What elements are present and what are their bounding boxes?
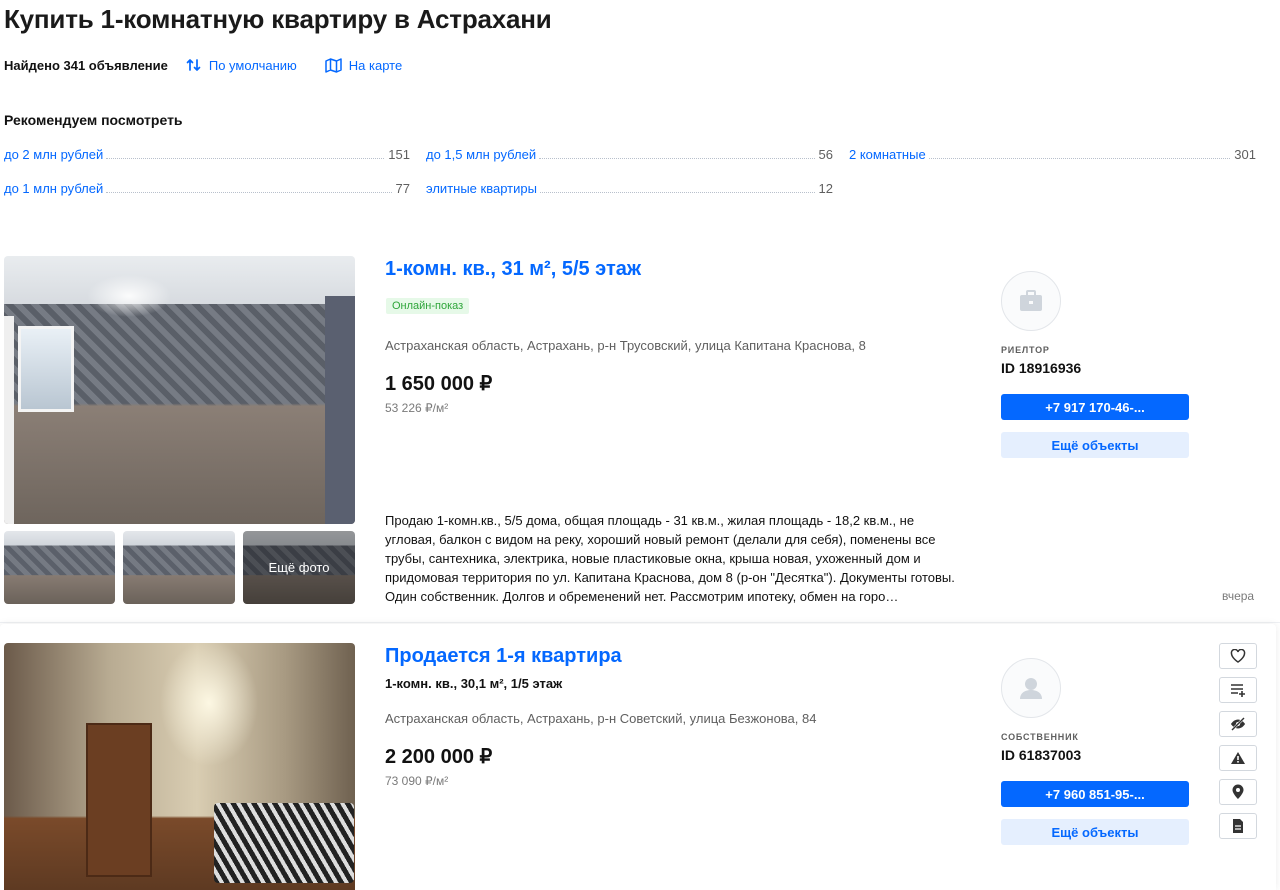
favorite-button[interactable]	[1219, 643, 1257, 669]
briefcase-icon	[1020, 290, 1042, 311]
recommend-link-label: до 1 млн рублей	[4, 181, 104, 196]
photo-detail	[4, 316, 14, 524]
user-icon	[1020, 678, 1042, 699]
location-pin-icon	[1232, 784, 1244, 799]
recommend-link-count: 12	[818, 181, 833, 196]
agent-role: РИЕЛТОР	[1001, 345, 1050, 355]
listing-subtitle: 1-комн. кв., 30,1 м², 1/5 этаж	[385, 676, 563, 691]
dotted-leader	[106, 192, 392, 193]
sort-button[interactable]: По умолчанию	[186, 57, 297, 73]
photo-detail	[18, 326, 74, 412]
photo-detail	[325, 296, 355, 524]
compare-icon	[1231, 684, 1245, 697]
dotted-leader	[539, 192, 815, 193]
map-button[interactable]: На карте	[325, 58, 402, 73]
listing-title[interactable]: Продается 1-я квартира	[385, 645, 622, 668]
more-photos-button[interactable]: Ещё фото	[243, 531, 355, 604]
page-title: Купить 1-комнатную квартиру в Астрахани	[4, 4, 552, 34]
recommend-link[interactable]: до 1 млн рублей 77	[4, 180, 410, 196]
photo-detail	[86, 723, 152, 877]
more-photos-label: Ещё фото	[268, 560, 330, 575]
dotted-leader	[539, 158, 815, 159]
photo-detail	[214, 803, 354, 883]
agent-id: ID 18916936	[1001, 360, 1082, 376]
listing-address[interactable]: Астраханская область, Астрахань, р-н Тру…	[385, 338, 866, 353]
recommend-link[interactable]: до 1,5 млн рублей 56	[426, 146, 833, 162]
listing-address[interactable]: Астраханская область, Астрахань, р-н Сов…	[385, 711, 816, 726]
heart-icon	[1230, 649, 1246, 663]
agent-avatar[interactable]	[1001, 271, 1061, 331]
report-button[interactable]	[1219, 745, 1257, 771]
owner-role: СОБСТВЕННИК	[1001, 732, 1079, 742]
document-icon	[1233, 819, 1243, 833]
more-objects-button[interactable]: Ещё объекты	[1001, 819, 1189, 845]
recommend-link-count: 151	[388, 147, 410, 162]
results-count: Найдено 341 объявление	[4, 57, 168, 73]
dotted-leader	[928, 158, 1231, 159]
recommend-link-label: до 2 млн рублей	[4, 147, 104, 162]
hide-button[interactable]	[1219, 711, 1257, 737]
recommend-link-label: элитные квартиры	[426, 181, 537, 196]
sort-icon	[186, 59, 201, 71]
more-objects-button[interactable]: Ещё объекты	[1001, 432, 1189, 458]
recommend-link-count: 77	[395, 181, 410, 196]
recommend-link-count: 301	[1234, 147, 1256, 162]
recommend-link[interactable]: до 2 млн рублей 151	[4, 146, 410, 162]
show-phone-button[interactable]: +7 917 170-46-...	[1001, 394, 1189, 420]
recommend-link[interactable]: 2 комнатные 301	[849, 146, 1256, 162]
warning-icon	[1231, 752, 1245, 764]
results-toolbar: Найдено 341 объявление По умолчанию На к…	[4, 56, 402, 74]
listing-thumbnail[interactable]	[123, 531, 235, 604]
sort-label: По умолчанию	[208, 57, 297, 73]
listing-main-photo[interactable]	[4, 643, 355, 890]
recommend-link[interactable]: элитные квартиры 12	[426, 180, 833, 196]
eye-off-icon	[1231, 717, 1245, 731]
price-per-m2: 73 090 ₽/м²	[385, 774, 449, 788]
listing-date: вчера	[1222, 589, 1255, 603]
document-button[interactable]	[1219, 813, 1257, 839]
owner-id: ID 61837003	[1001, 747, 1082, 763]
recommend-link-label: 2 комнатные	[849, 147, 926, 162]
online-viewing-badge: Онлайн-показ	[386, 298, 470, 314]
listing-divider	[0, 622, 1280, 623]
recommend-link-label: до 1,5 млн рублей	[426, 147, 537, 162]
recommend-link-count: 56	[818, 147, 833, 162]
map-label: На карте	[348, 57, 403, 73]
owner-avatar[interactable]	[1001, 658, 1061, 718]
listing-main-photo[interactable]	[4, 256, 355, 524]
location-button[interactable]	[1219, 779, 1257, 805]
compare-button[interactable]	[1219, 677, 1257, 703]
show-phone-button[interactable]: +7 960 851-95-...	[1001, 781, 1189, 807]
dotted-leader	[106, 158, 385, 159]
listing-price: 2 200 000 ₽	[385, 746, 493, 768]
listing-thumbnail[interactable]	[4, 531, 115, 604]
listing-description: Продаю 1-комн.кв., 5/5 дома, общая площа…	[385, 513, 955, 604]
price-per-m2: 53 226 ₽/м²	[385, 401, 449, 415]
recommend-title: Рекомендуем посмотреть	[4, 112, 183, 128]
listing-title[interactable]: 1-комн. кв., 31 м², 5/5 этаж	[385, 258, 641, 281]
listing-price: 1 650 000 ₽	[385, 373, 493, 395]
map-icon	[325, 57, 342, 73]
